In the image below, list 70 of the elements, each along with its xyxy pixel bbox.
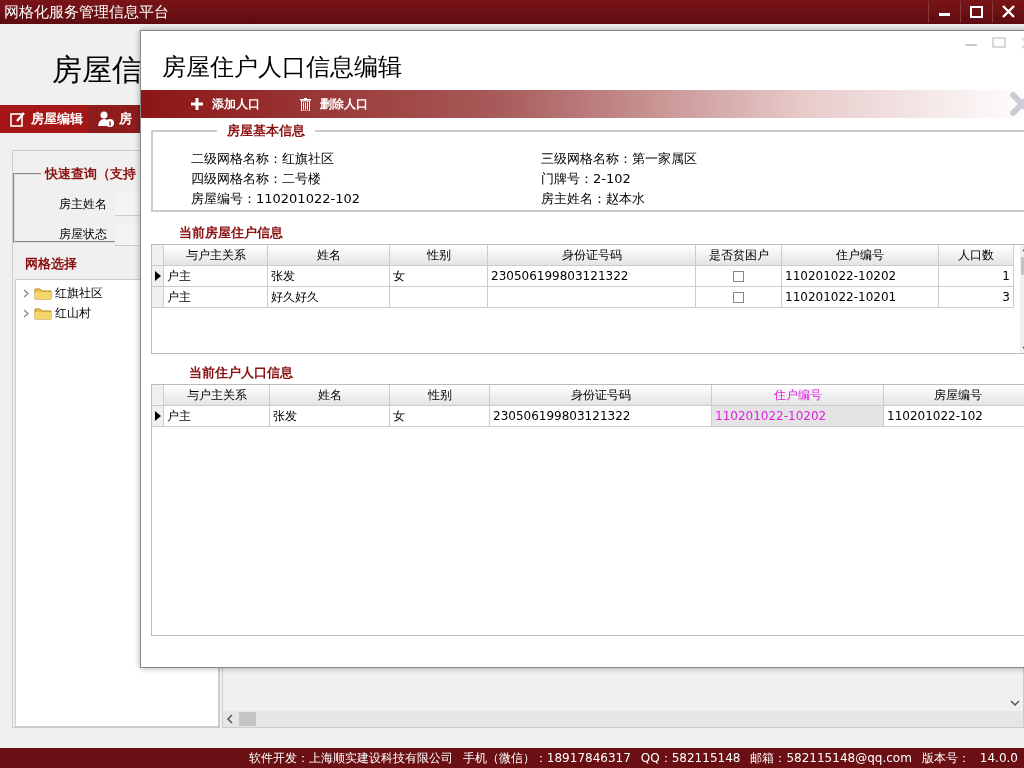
status-text: 手机（微信）：18917846317 <box>462 749 631 767</box>
table-cell: 户主 <box>164 287 268 308</box>
column-header: 是否贫困户 <box>696 245 782 266</box>
section-title: 网格选择 <box>25 255 77 273</box>
window-title: 网格化服务管理信息平台 <box>3 2 170 22</box>
checkbox[interactable] <box>733 291 744 303</box>
current-row-icon <box>154 271 161 281</box>
user-info-icon <box>98 111 114 127</box>
folder-icon <box>34 306 52 320</box>
toolbar-button[interactable]: 删除人口 <box>280 90 388 118</box>
table-cell: 好久好久 <box>268 287 390 308</box>
info-text: 房屋编号：110201022-102 <box>191 190 361 208</box>
column-header: 性别 <box>390 245 488 266</box>
status-text: 软件开发：上海顺实建设科技有限公司 <box>248 749 453 767</box>
trash-icon <box>300 97 311 111</box>
column-header: 身份证号码 <box>490 385 712 406</box>
tab[interactable]: 房屋编辑 <box>0 105 88 133</box>
page-heading: 房屋信 <box>52 51 142 88</box>
info-text: 房主姓名：赵本水 <box>541 190 646 208</box>
table-cell: 女 <box>390 406 490 427</box>
group-title: 房屋基本信息 <box>226 122 306 140</box>
field-label: 房主姓名 <box>59 195 107 213</box>
column-header: 身份证号码 <box>488 245 696 266</box>
table-cell: 110201022-10201 <box>782 287 939 308</box>
info-text: 二级网格名称：红旗社区 <box>191 150 335 168</box>
info-text: 四级网格名称：二号楼 <box>191 170 322 188</box>
column-header: 房屋编号 <box>884 385 1024 406</box>
status-text: QQ：582115148 <box>640 749 741 767</box>
field-label: 房屋状态 <box>59 225 107 243</box>
folder-icon <box>34 286 52 300</box>
table-cell: 张发 <box>270 406 390 427</box>
plus-icon <box>191 98 203 110</box>
group-title: 快速查询（支持 <box>43 165 137 183</box>
info-text: 门牌号：2-102 <box>541 170 632 188</box>
info-text: 三级网格名称：第一家属区 <box>541 150 698 168</box>
edit-icon <box>10 111 26 127</box>
table-cell: 230506199803121322 <box>490 406 712 427</box>
table-cell: 张发 <box>268 266 390 287</box>
table-cell: 女 <box>390 266 488 287</box>
scroll-thumb[interactable] <box>239 712 256 726</box>
table-cell: 1 <box>939 266 1014 287</box>
section-title: 当前住户人口信息 <box>189 364 293 382</box>
dialog-title: 房屋住户人口信息编辑 <box>161 52 403 83</box>
tree-item[interactable]: 红山村 <box>55 304 91 322</box>
column-header: 与户主关系 <box>164 385 270 406</box>
caret-right-icon[interactable] <box>22 308 31 318</box>
caret-right-icon[interactable] <box>22 288 31 298</box>
checkbox[interactable] <box>733 270 744 282</box>
table-cell: 户主 <box>164 406 270 427</box>
column-header: 人口数 <box>939 245 1014 266</box>
tree-item[interactable]: 红旗社区 <box>55 284 103 302</box>
column-header: 姓名 <box>270 385 390 406</box>
status-text: 版本号： <box>921 749 970 767</box>
table-cell: 户主 <box>164 266 268 287</box>
status-text: 邮箱：582115148@qq.com <box>750 749 912 767</box>
toolbar-button[interactable]: 添加人口 <box>141 90 280 118</box>
column-header: 住户编号 <box>712 385 884 406</box>
column-header: 性别 <box>390 385 490 406</box>
status-text: 14.0.0 <box>979 751 1018 765</box>
table-cell: 110201022-10202 <box>782 266 939 287</box>
current-row-icon <box>154 411 161 421</box>
horizontal-scrollbar[interactable] <box>223 711 1023 727</box>
column-header: 住户编号 <box>782 245 939 266</box>
table-cell: 110201022-10202 <box>712 406 884 427</box>
table-cell: 230506199803121322 <box>488 266 696 287</box>
table-cell: 110201022-102 <box>884 406 1024 427</box>
table-cell: 3 <box>939 287 1014 308</box>
section-title: 当前房屋住户信息 <box>179 224 283 242</box>
column-header: 与户主关系 <box>164 245 268 266</box>
column-header: 姓名 <box>268 245 390 266</box>
